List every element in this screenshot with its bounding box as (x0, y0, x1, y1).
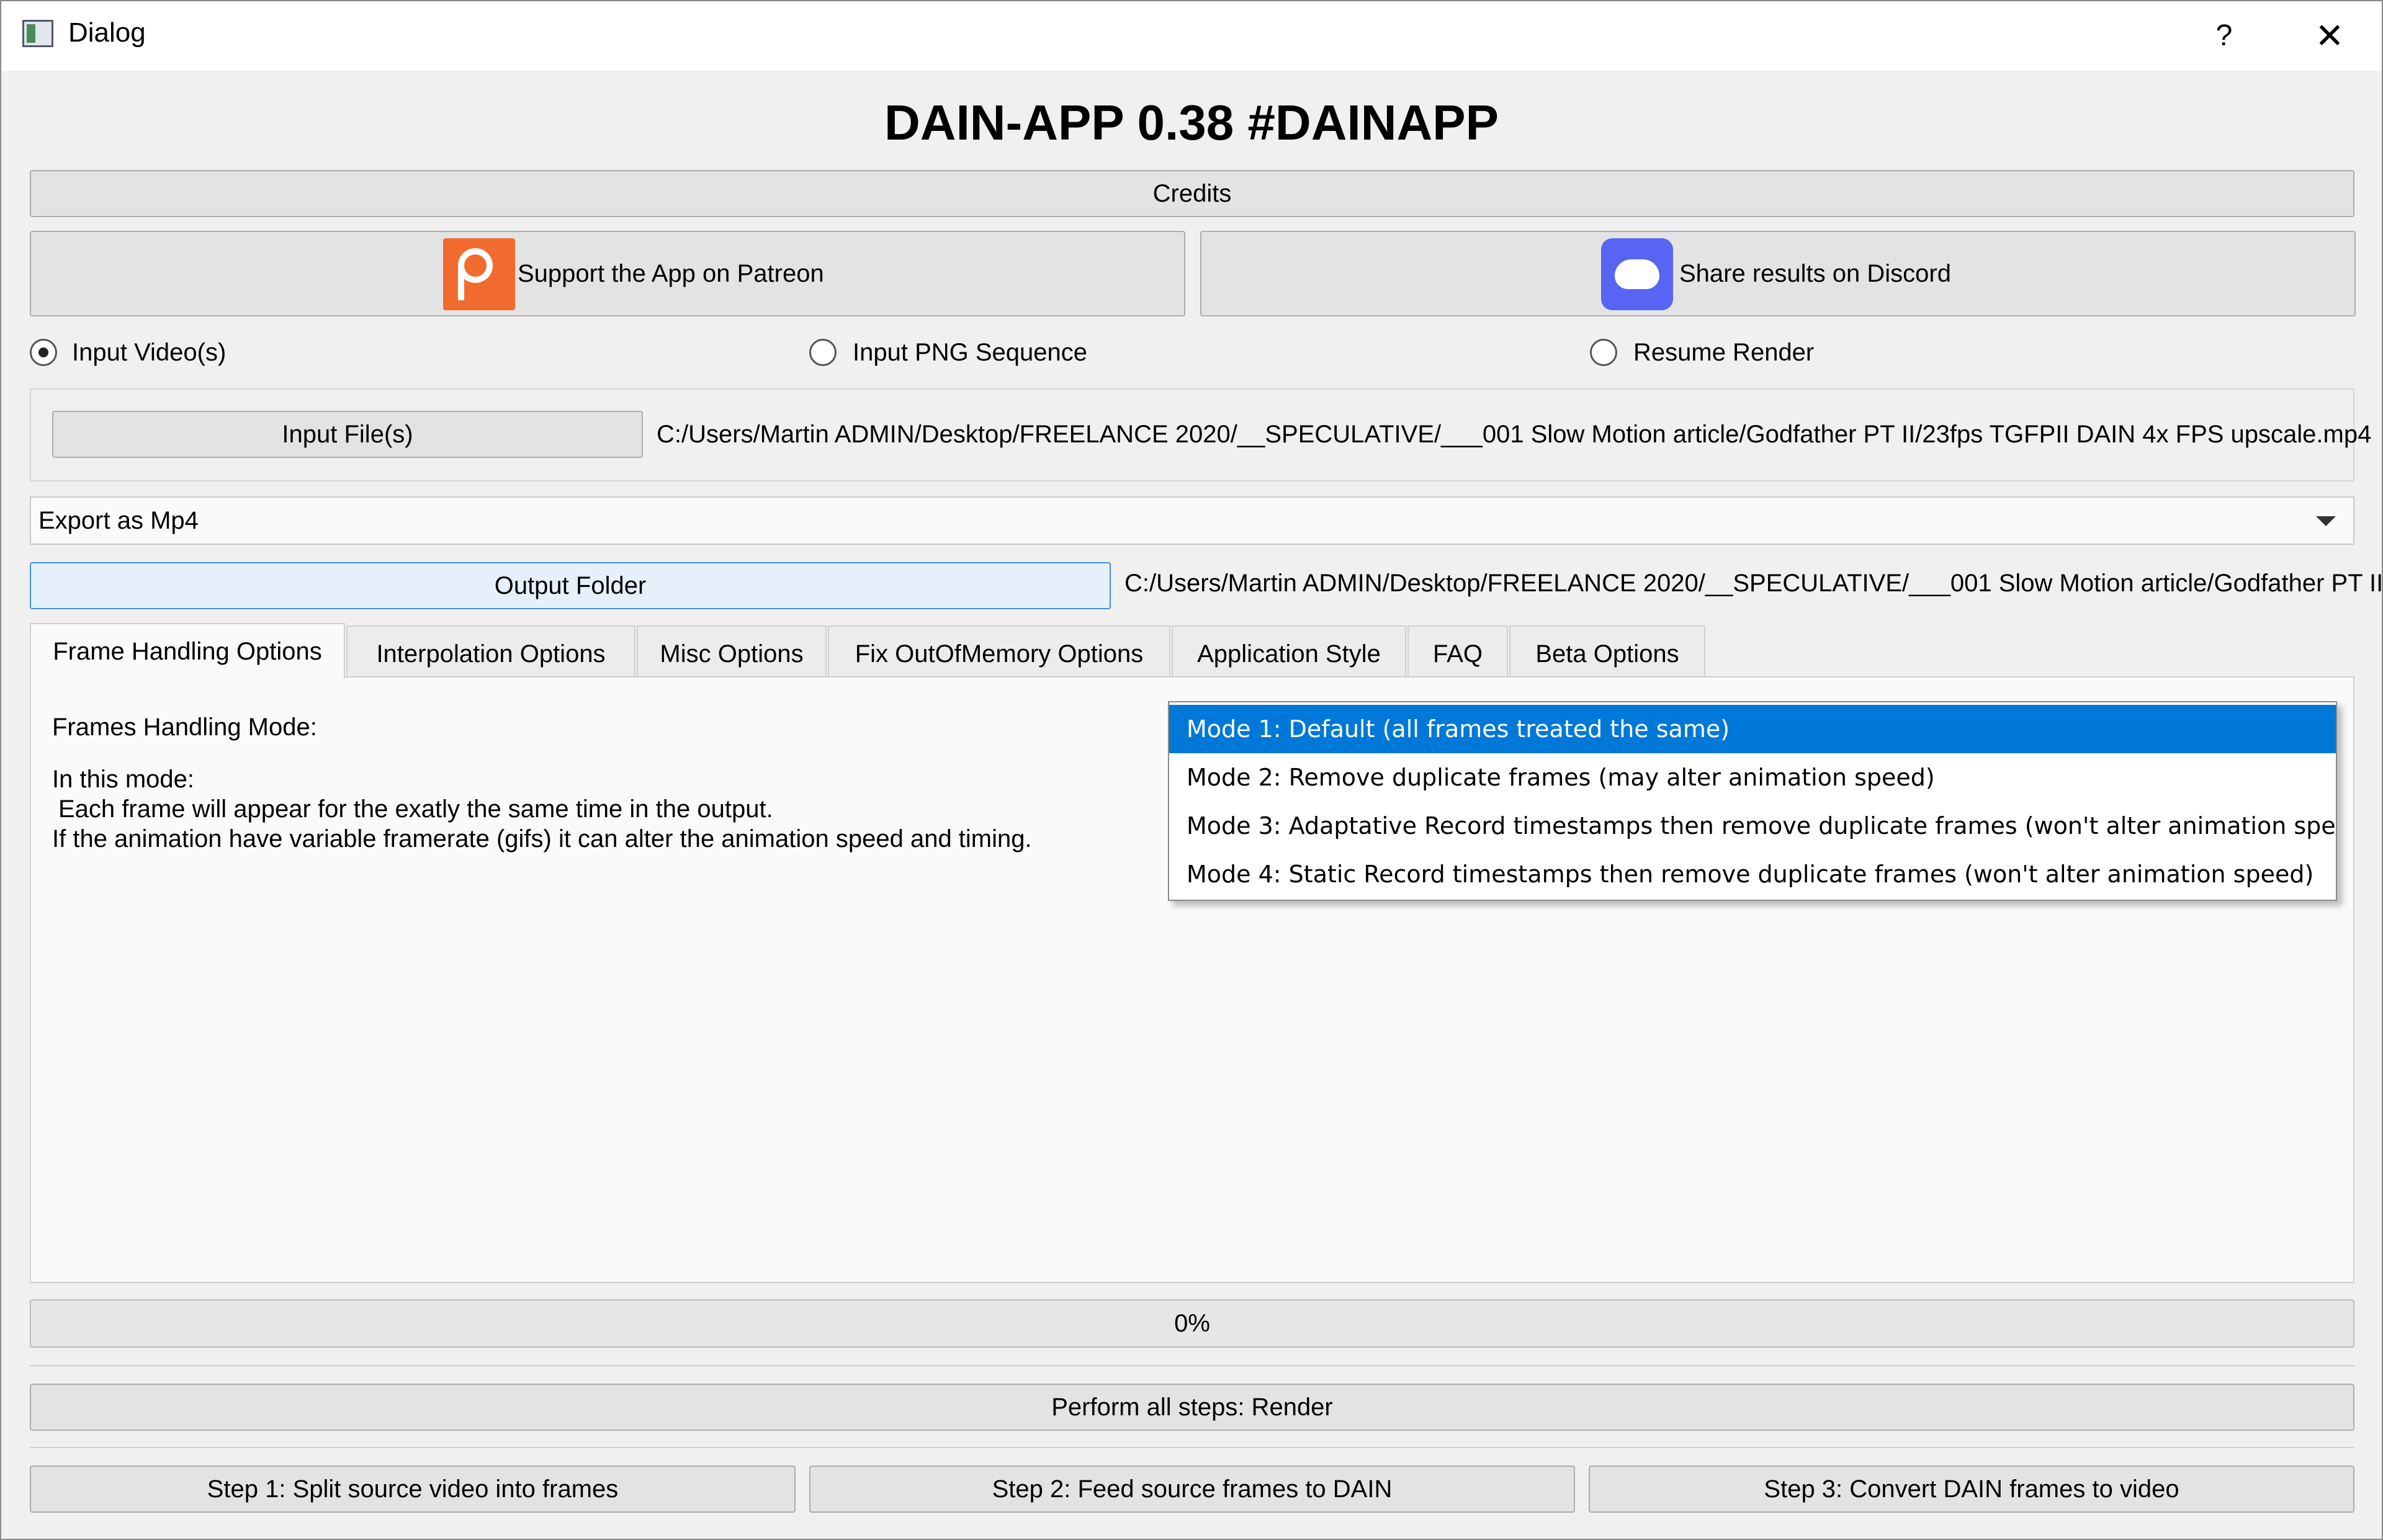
render-all-button[interactable]: Perform all steps: Render (30, 1384, 2354, 1431)
mode-description-line: If the animation have variable framerate… (52, 825, 1032, 853)
divider (30, 1447, 2354, 1448)
dropdown-option-mode-2[interactable]: Mode 2: Remove duplicate frames (may alt… (1169, 753, 2336, 802)
patreon-button[interactable]: Support the App on Patreon (30, 231, 1185, 316)
tab-application-style[interactable]: Application Style (1172, 625, 1406, 676)
dropdown-option-mode-3[interactable]: Mode 3: Adaptative Record timestamps the… (1169, 802, 2336, 850)
patreon-button-label: Support the App on Patreon (518, 260, 824, 287)
progress-label: 0% (1174, 1310, 1210, 1337)
tab-fix-outofmemory-options[interactable]: Fix OutOfMemory Options (828, 625, 1170, 676)
patreon-icon (443, 238, 515, 310)
frames-mode-dropdown-list[interactable]: Mode 1: Default (all frames treated the … (1168, 701, 2337, 901)
tab-misc-options[interactable]: Misc Options (637, 625, 827, 676)
step1-split-button[interactable]: Step 1: Split source video into frames (30, 1466, 796, 1513)
step2-feed-button[interactable]: Step 2: Feed source frames to DAIN (809, 1466, 1575, 1513)
dropdown-option-mode-1[interactable]: Mode 1: Default (all frames treated the … (1169, 705, 2336, 753)
title-bar: Dialog ? ✕ (1, 1, 2382, 71)
app-icon (22, 20, 53, 47)
discord-icon (1601, 238, 1673, 310)
window-title: Dialog (68, 17, 146, 48)
tab-interpolation-options[interactable]: Interpolation Options (346, 625, 635, 676)
export-format-value: Export as Mp4 (38, 507, 199, 534)
radio-indicator[interactable] (30, 339, 57, 366)
step3-convert-button[interactable]: Step 3: Convert DAIN frames to video (1589, 1466, 2354, 1513)
discord-button-label: Share results on Discord (1679, 260, 1951, 287)
tab-faq[interactable]: FAQ (1407, 625, 1508, 676)
help-icon[interactable]: ? (2198, 10, 2250, 62)
radio-label: Input Video(s) (72, 339, 227, 366)
app-heading: DAIN-APP 0.38 #DAINAPP (884, 95, 1499, 150)
credits-button[interactable]: Credits (30, 170, 2354, 217)
divider (30, 1365, 2354, 1366)
radio-indicator[interactable] (1590, 339, 1617, 366)
output-folder-button[interactable]: Output Folder (30, 562, 1111, 609)
dropdown-arrow-icon[interactable] (2316, 516, 2336, 526)
tab-frame-handling-options[interactable]: Frame Handling Options (30, 623, 345, 679)
radio-label: Resume Render (1633, 339, 1815, 366)
mode-description-line: Each frame will appear for the exatly th… (58, 795, 773, 823)
progress-bar: 0% (30, 1299, 2354, 1348)
export-format-select[interactable]: Export as Mp4 (30, 496, 2354, 545)
frames-handling-mode-label: Frames Handling Mode: (52, 714, 317, 741)
dropdown-option-mode-4[interactable]: Mode 4: Static Record timestamps then re… (1169, 850, 2336, 898)
radio-label: Input PNG Sequence (853, 339, 1088, 366)
radio-indicator[interactable] (809, 339, 837, 366)
input-files-button[interactable]: Input File(s) (52, 411, 643, 458)
close-icon[interactable]: ✕ (2304, 10, 2356, 62)
output-path-label: C:/Users/Martin ADMIN/Desktop/FREELANCE … (1124, 570, 2383, 597)
input-path-label: C:/Users/Martin ADMIN/Desktop/FREELANCE … (657, 421, 2372, 448)
dialog-window: Dialog ? ✕ DAIN-APP 0.38 #DAINAPP Credit… (0, 0, 2383, 1540)
discord-button[interactable]: Share results on Discord (1200, 231, 2356, 316)
tab-beta-options[interactable]: Beta Options (1509, 625, 1705, 676)
mode-description-title: In this mode: (52, 766, 195, 793)
